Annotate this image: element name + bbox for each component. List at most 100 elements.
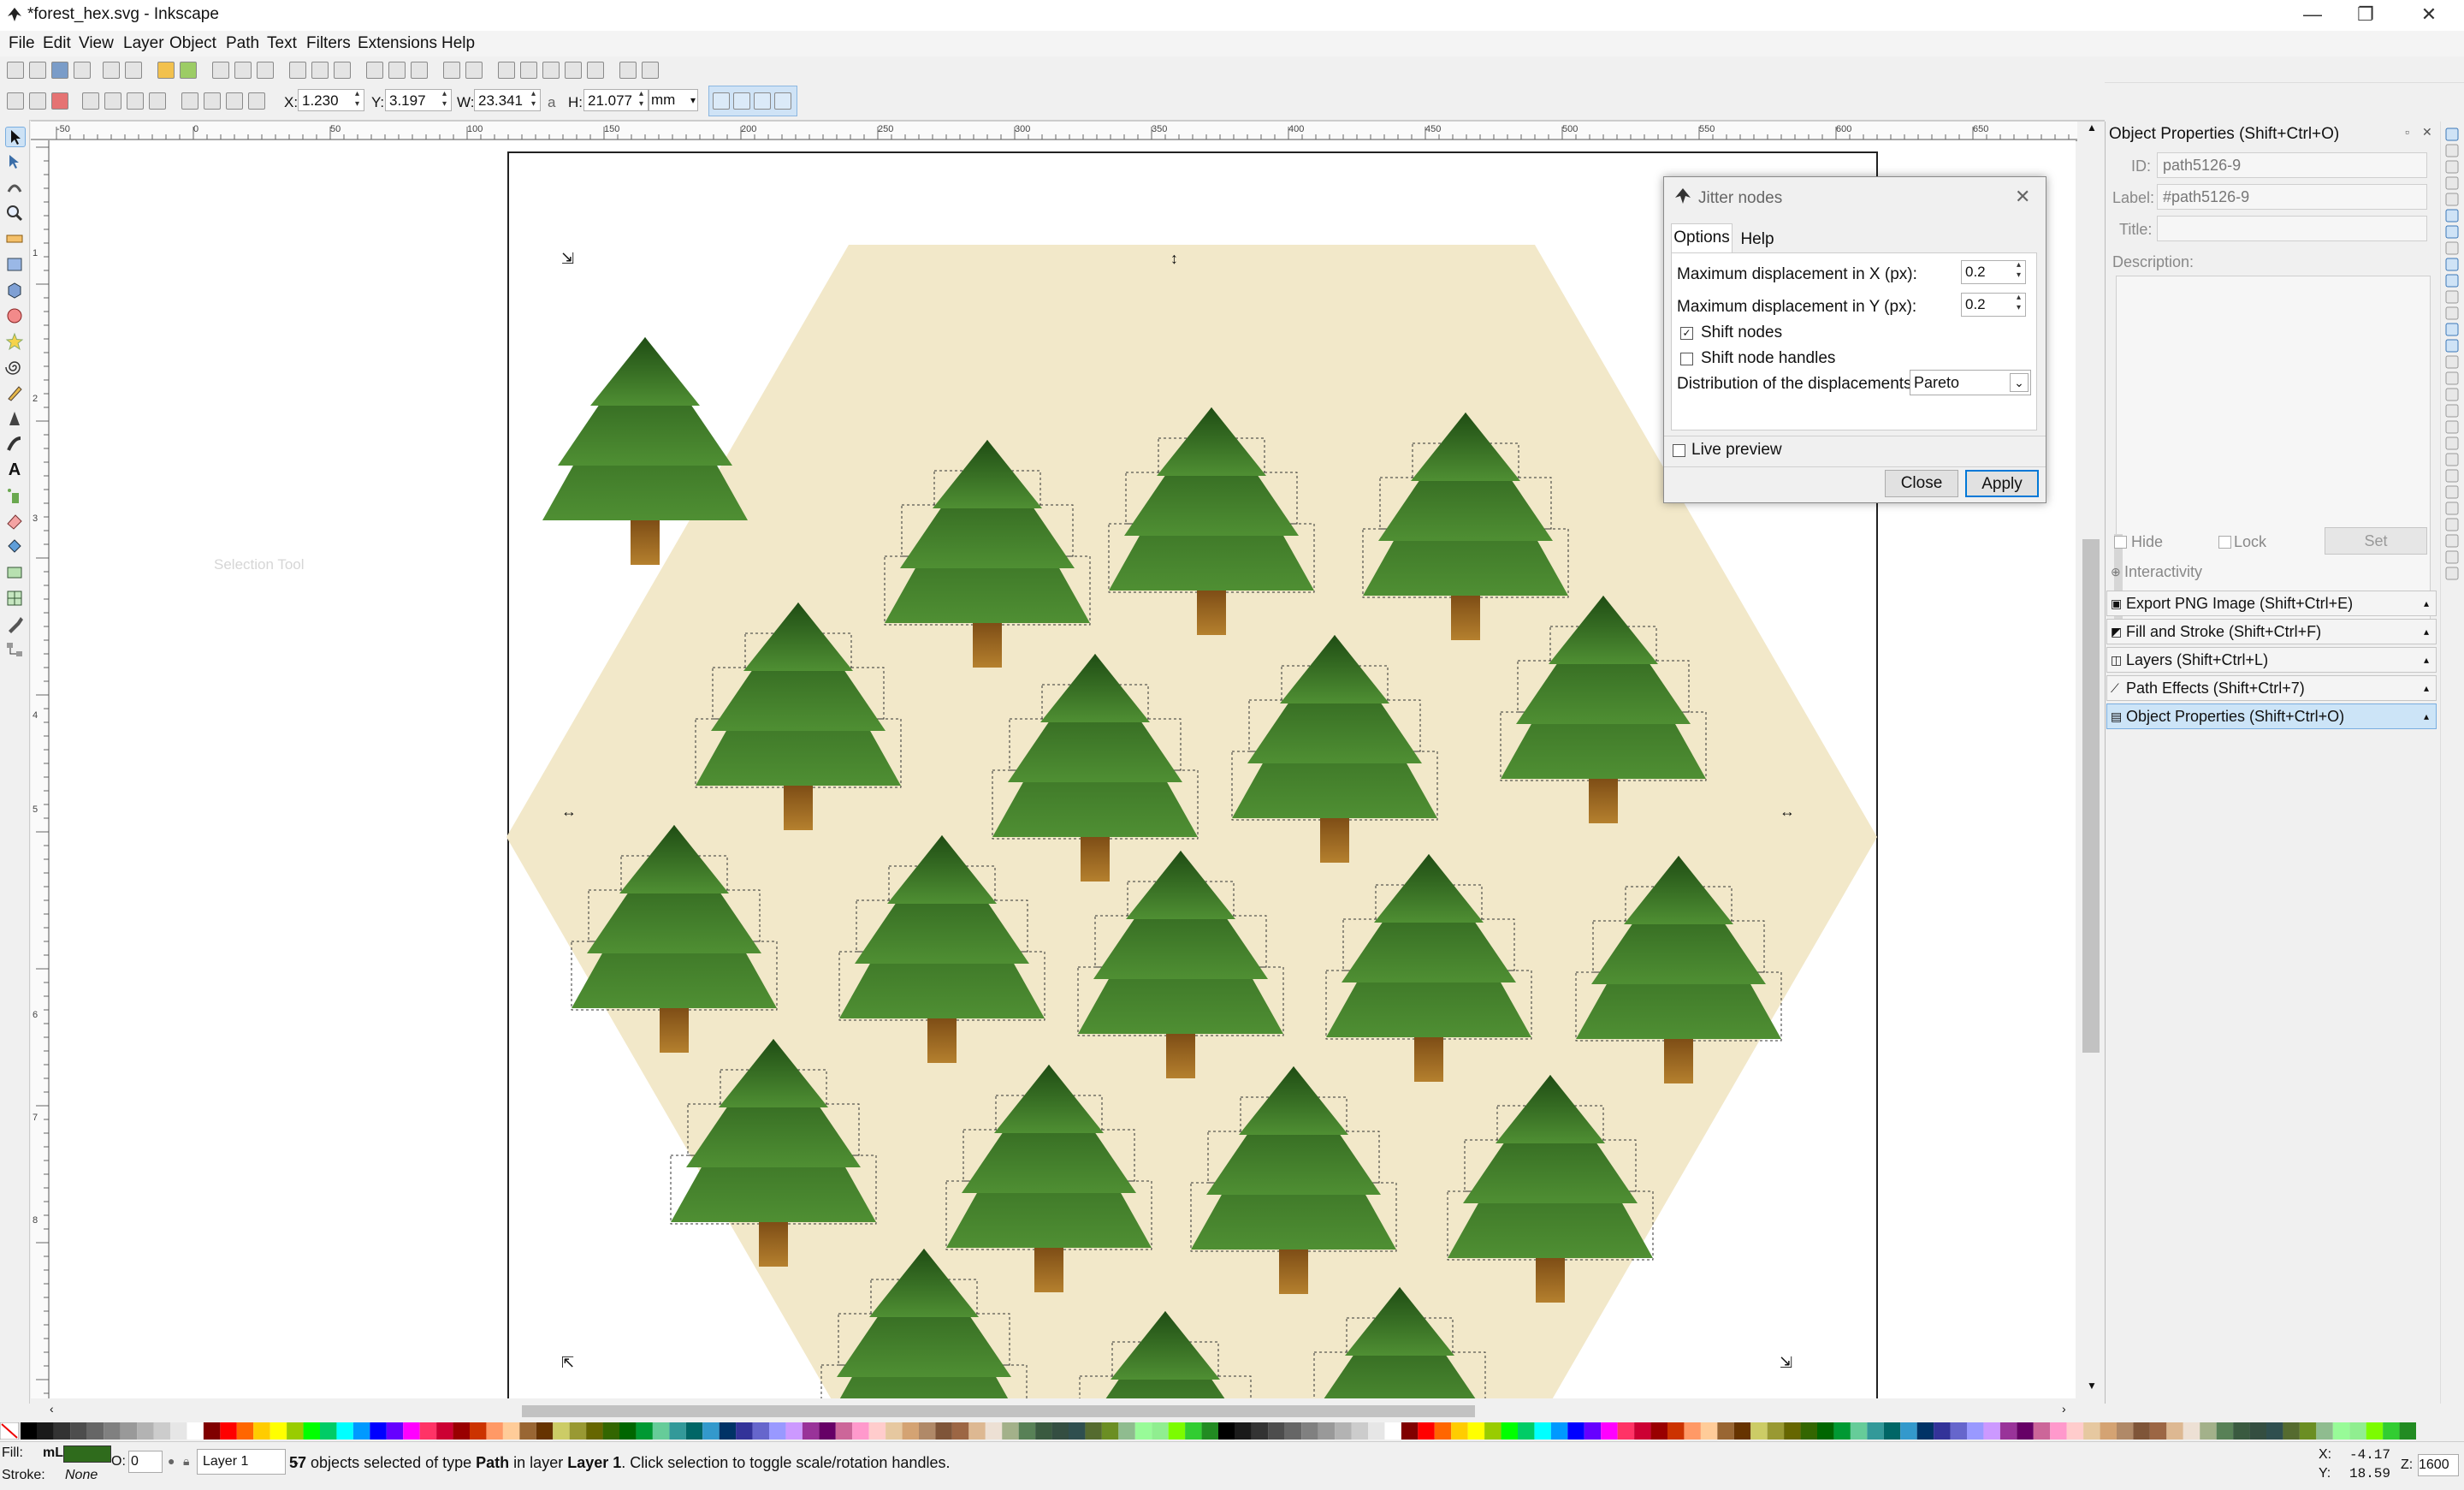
vertical-scroll-thumb[interactable]	[2082, 539, 2100, 1053]
mesh-tool-icon[interactable]	[5, 589, 24, 608]
zoom-tool-icon[interactable]	[5, 204, 24, 223]
new-document-icon[interactable]	[7, 62, 24, 79]
shift-nodes-checkbox[interactable]: ✓	[1680, 327, 1693, 340]
layers-icon[interactable]	[542, 62, 560, 79]
panel-export-png[interactable]: ▣ Export PNG Image (Shift+Ctrl+E) ▴	[2106, 591, 2437, 616]
fill-stroke-icon[interactable]	[498, 62, 515, 79]
raise-to-top-icon[interactable]	[181, 92, 198, 110]
label-field[interactable]: #path5126-9	[2157, 184, 2427, 210]
description-textarea[interactable]	[2116, 276, 2431, 640]
pencil-tool-icon[interactable]	[5, 383, 24, 402]
rotate-ccw-icon[interactable]	[82, 92, 99, 110]
move-gradients-icon[interactable]	[754, 92, 771, 110]
spray-tool-icon[interactable]	[5, 486, 24, 505]
color-palette[interactable]	[0, 1422, 2464, 1440]
measure-tool-icon[interactable]	[5, 229, 24, 248]
id-field[interactable]: path5126-9	[2157, 152, 2427, 178]
spiral-tool-icon[interactable]	[5, 358, 24, 377]
max-y-spinbox[interactable]: 0.2	[1961, 293, 2026, 317]
apply-button[interactable]: Apply	[1965, 470, 2039, 497]
clone-icon[interactable]	[388, 62, 406, 79]
rectangle-tool-icon[interactable]	[5, 255, 24, 274]
scale-stroke-icon[interactable]	[713, 92, 730, 110]
tweak-tool-icon[interactable]	[5, 178, 24, 197]
unit-select[interactable]: mm ▾	[649, 89, 698, 111]
max-x-spinbox[interactable]: 0.2	[1961, 260, 2026, 284]
lock-checkbox[interactable]	[2218, 536, 2231, 549]
move-patterns-icon[interactable]	[774, 92, 791, 110]
document-properties-icon[interactable]	[619, 62, 637, 79]
vertical-scrollbar[interactable]: ▲ ▼	[2077, 122, 2105, 1400]
menu-text[interactable]: Text	[267, 34, 297, 53]
ellipse-tool-icon[interactable]	[5, 306, 24, 325]
menu-help[interactable]: Help	[441, 34, 475, 53]
x-field[interactable]: 1.230	[298, 89, 364, 111]
vertical-ruler[interactable]	[31, 140, 50, 1398]
open-file-icon[interactable]	[29, 62, 46, 79]
layer-lock-icon[interactable]: 🔒︎	[183, 1454, 189, 1469]
dropper-tool-icon[interactable]	[5, 614, 24, 633]
horizontal-ruler[interactable]	[31, 122, 2124, 141]
layer-select[interactable]: Layer 1 ⌄	[197, 1449, 300, 1475]
horizontal-scrollbar[interactable]: ‹ ›	[50, 1400, 2076, 1421]
preferences-icon[interactable]	[642, 62, 659, 79]
text-font-icon[interactable]	[520, 62, 537, 79]
y-field[interactable]: 3.197	[385, 89, 452, 111]
layer-visibility-icon[interactable]: ●	[168, 1454, 175, 1468]
group-icon[interactable]	[443, 62, 460, 79]
redo-icon[interactable]	[180, 62, 197, 79]
fill-swatch[interactable]	[63, 1445, 111, 1463]
select-all-layers-icon[interactable]	[29, 92, 46, 110]
panel-fill-stroke[interactable]: ◩ Fill and Stroke (Shift+Ctrl+F) ▴	[2106, 619, 2437, 644]
close-window-button[interactable]: ✕	[2402, 0, 2455, 31]
scroll-right-arrow-icon[interactable]: ›	[2062, 1402, 2066, 1416]
raise-icon[interactable]	[204, 92, 221, 110]
ungroup-icon[interactable]	[465, 62, 483, 79]
calligraphy-tool-icon[interactable]	[5, 435, 24, 454]
dock-close-icon[interactable]: ✕	[2422, 125, 2432, 140]
xml-editor-icon[interactable]	[565, 62, 582, 79]
panel-path-effects[interactable]: ⟋ Path Effects (Shift+Ctrl+7) ▴	[2106, 675, 2437, 701]
menu-extensions[interactable]: Extensions	[358, 34, 437, 53]
node-tool-icon[interactable]	[5, 152, 24, 171]
cut-icon[interactable]	[234, 62, 252, 79]
shift-handles-checkbox[interactable]	[1680, 353, 1693, 365]
zoom-page-icon[interactable]	[334, 62, 351, 79]
scroll-down-arrow-icon[interactable]: ▼	[2079, 1380, 2105, 1392]
rotate-cw-icon[interactable]	[104, 92, 121, 110]
deselect-icon[interactable]	[51, 92, 68, 110]
import-icon[interactable]	[103, 62, 120, 79]
align-distribute-icon[interactable]	[587, 62, 604, 79]
eraser-tool-icon[interactable]	[5, 512, 24, 531]
title-field[interactable]	[2157, 216, 2427, 241]
close-button[interactable]: Close	[1885, 470, 1958, 497]
paste-icon[interactable]	[257, 62, 274, 79]
connector-tool-icon[interactable]	[5, 640, 24, 659]
scroll-left-arrow-icon[interactable]: ‹	[50, 1402, 54, 1416]
paint-bucket-tool-icon[interactable]	[5, 537, 24, 556]
select-all-icon[interactable]	[7, 92, 24, 110]
flip-vertical-icon[interactable]	[149, 92, 166, 110]
set-button[interactable]: Set	[2325, 527, 2427, 555]
interactivity-expander[interactable]: Interactivity	[2124, 563, 2202, 581]
save-icon[interactable]	[51, 62, 68, 79]
maximize-button[interactable]: ❐	[2339, 0, 2392, 31]
menu-file[interactable]: File	[9, 34, 35, 53]
menu-layer[interactable]: Layer	[123, 34, 164, 53]
hide-checkbox[interactable]	[2114, 536, 2127, 549]
print-icon[interactable]	[74, 62, 91, 79]
zoom-drawing-icon[interactable]	[311, 62, 329, 79]
copy-icon[interactable]	[212, 62, 229, 79]
horizontal-scroll-thumb[interactable]	[522, 1405, 1475, 1417]
opacity-field[interactable]: 0	[128, 1451, 163, 1473]
dialog-close-icon[interactable]: ✕	[2015, 186, 2030, 208]
dock-iconify-icon[interactable]: ▫	[2405, 125, 2409, 139]
flip-horizontal-icon[interactable]	[127, 92, 144, 110]
menu-view[interactable]: View	[79, 34, 114, 53]
selector-tool-icon[interactable]	[5, 127, 26, 147]
pen-tool-icon[interactable]	[5, 409, 24, 428]
star-tool-icon[interactable]	[5, 332, 24, 351]
menu-filters[interactable]: Filters	[306, 34, 351, 53]
live-preview-checkbox[interactable]	[1673, 444, 1685, 457]
undo-icon[interactable]	[157, 62, 175, 79]
